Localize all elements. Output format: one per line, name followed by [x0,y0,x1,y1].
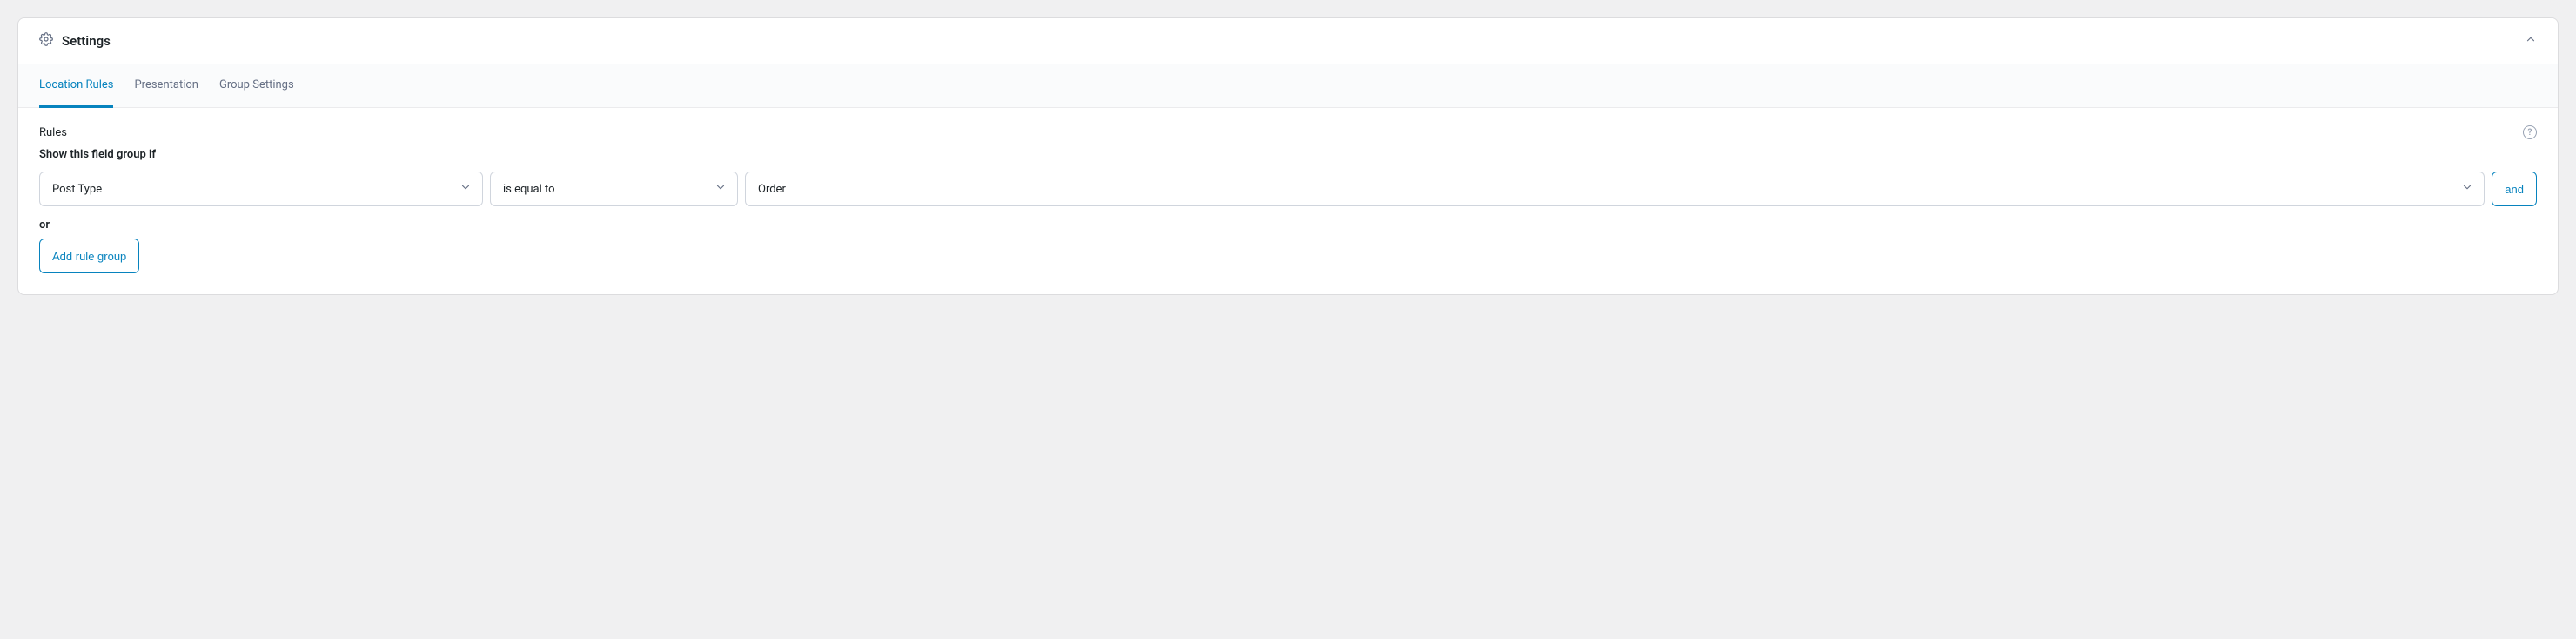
collapse-toggle[interactable] [2525,33,2537,49]
panel-body: Rules ? Show this field group if Post Ty… [18,108,2558,294]
panel-header: Settings [18,18,2558,64]
and-button[interactable]: and [2492,172,2537,206]
rule-param-value: Post Type [52,183,102,196]
chevron-down-icon [460,181,472,197]
gear-icon [39,32,53,50]
rule-operator-select[interactable]: is equal to [490,172,738,206]
or-label: or [39,219,2537,232]
panel-title: Settings [62,33,111,49]
rule-value-select[interactable]: Order [745,172,2485,206]
rules-section-label: Rules [39,126,67,139]
rule-operator-value: is equal to [503,183,555,196]
tab-location-rules[interactable]: Location Rules [39,64,113,108]
rule-row: Post Type is equal to Order and [39,172,2537,206]
rule-value-value: Order [758,183,786,196]
help-icon[interactable]: ? [2523,125,2537,139]
tabs: Location Rules Presentation Group Settin… [18,64,2558,108]
rule-param-select[interactable]: Post Type [39,172,483,206]
tab-presentation[interactable]: Presentation [134,64,198,108]
chevron-down-icon [2461,181,2473,197]
condition-label: Show this field group if [39,148,2537,161]
panel-header-title: Settings [39,32,111,50]
add-rule-group-button[interactable]: Add rule group [39,239,139,273]
settings-panel: Settings Location Rules Presentation Gro… [17,17,2559,295]
tab-group-settings[interactable]: Group Settings [219,64,294,108]
chevron-down-icon [714,181,727,197]
rules-header-row: Rules ? [39,125,2537,139]
